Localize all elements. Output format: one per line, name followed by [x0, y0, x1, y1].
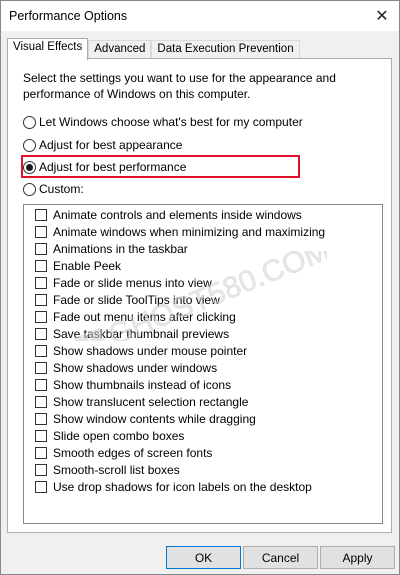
checkbox[interactable]	[35, 277, 47, 289]
list-item[interactable]: Fade or slide menus into view	[35, 275, 212, 291]
list-item-label: Enable Peek	[53, 259, 122, 273]
list-item[interactable]: Smooth-scroll list boxes	[35, 462, 180, 478]
apply-button[interactable]: Apply	[320, 546, 395, 569]
list-item-label: Slide open combo boxes	[53, 429, 185, 443]
list-item-label: Animations in the taskbar	[53, 242, 188, 256]
radio-label: Custom:	[39, 182, 84, 196]
list-item[interactable]: Animate windows when minimizing and maxi…	[35, 224, 325, 240]
ok-button[interactable]: OK	[166, 546, 241, 569]
list-item[interactable]: Fade or slide ToolTips into view	[35, 292, 220, 308]
checkbox[interactable]	[35, 447, 47, 459]
list-item-label: Save taskbar thumbnail previews	[53, 327, 230, 341]
radio-label: Let Windows choose what's best for my co…	[39, 115, 303, 129]
checkbox[interactable]	[35, 464, 47, 476]
checkbox[interactable]	[35, 311, 47, 323]
list-item-label: Fade or slide ToolTips into view	[53, 293, 220, 307]
list-item[interactable]: Enable Peek	[35, 258, 121, 274]
visual-effects-panel: Select the settings you want to use for …	[7, 58, 392, 533]
window-title: Performance Options	[9, 9, 128, 23]
visual-effects-list[interactable]: Animate controls and elements inside win…	[23, 204, 383, 524]
list-item[interactable]: Show thumbnails instead of icons	[35, 377, 231, 393]
title-bar[interactable]: Performance Options ✕	[1, 1, 399, 31]
checkbox[interactable]	[35, 243, 47, 255]
settings-description: Select the settings you want to use for …	[23, 71, 336, 101]
checkbox[interactable]	[35, 413, 47, 425]
list-item[interactable]: Animations in the taskbar	[35, 241, 188, 257]
list-item-label: Show shadows under windows	[53, 361, 218, 375]
list-item-label: Smooth edges of screen fonts	[53, 446, 213, 460]
list-item[interactable]: Animate controls and elements inside win…	[35, 207, 302, 223]
checkbox[interactable]	[35, 345, 47, 357]
radio-button[interactable]	[23, 182, 36, 196]
checkbox[interactable]	[35, 430, 47, 442]
red-highlight-box	[21, 155, 300, 178]
list-item-label: Fade or slide menus into view	[53, 276, 212, 290]
checkbox[interactable]	[35, 294, 47, 306]
tab-strip: Visual Effects Advanced Data Execution P…	[7, 38, 300, 60]
checkbox[interactable]	[35, 481, 47, 493]
list-item[interactable]: Smooth edges of screen fonts	[35, 445, 212, 461]
list-item[interactable]: Save taskbar thumbnail previews	[35, 326, 229, 342]
close-icon[interactable]: ✕	[369, 3, 395, 29]
list-item[interactable]: Show shadows under windows	[35, 360, 217, 376]
radio-button[interactable]	[23, 138, 36, 152]
radio-let-windows-choose[interactable]: Let Windows choose what's best for my co…	[23, 114, 303, 130]
list-item-label: Show translucent selection rectangle	[53, 395, 249, 409]
checkbox[interactable]	[35, 260, 47, 272]
cancel-button[interactable]: Cancel	[243, 546, 318, 569]
radio-custom[interactable]: Custom:	[23, 181, 84, 197]
radio-best-appearance[interactable]: Adjust for best appearance	[23, 137, 182, 153]
checkbox[interactable]	[35, 396, 47, 408]
tab-visual-effects[interactable]: Visual Effects	[7, 38, 89, 60]
checkbox[interactable]	[35, 362, 47, 374]
checkbox[interactable]	[35, 328, 47, 340]
list-item[interactable]: Show window contents while dragging	[35, 411, 256, 427]
list-item-label: Show thumbnails instead of icons	[53, 378, 232, 392]
tab-data-execution-prevention[interactable]: Data Execution Prevention	[151, 40, 300, 59]
list-item[interactable]: Fade out menu items after clicking	[35, 309, 236, 325]
radio-label: Adjust for best appearance	[39, 138, 183, 152]
list-item[interactable]: Slide open combo boxes	[35, 428, 184, 444]
tab-advanced[interactable]: Advanced	[88, 40, 152, 59]
list-item-label: Animate windows when minimizing and maxi…	[53, 225, 326, 239]
list-item[interactable]: Show translucent selection rectangle	[35, 394, 248, 410]
list-item-label: Animate controls and elements inside win…	[53, 208, 302, 222]
list-item[interactable]: Show shadows under mouse pointer	[35, 343, 247, 359]
list-item-label: Fade out menu items after clicking	[53, 310, 236, 324]
checkbox[interactable]	[35, 379, 47, 391]
list-item-label: Use drop shadows for icon labels on the …	[53, 480, 312, 494]
checkbox[interactable]	[35, 209, 47, 221]
list-item-label: Smooth-scroll list boxes	[53, 463, 180, 477]
checkbox[interactable]	[35, 226, 47, 238]
performance-options-window: Performance Options ✕ Visual Effects Adv…	[0, 0, 400, 575]
list-item[interactable]: Use drop shadows for icon labels on the …	[35, 479, 312, 495]
list-item-label: Show window contents while dragging	[53, 412, 256, 426]
list-item-label: Show shadows under mouse pointer	[53, 344, 248, 358]
radio-button[interactable]	[23, 115, 36, 129]
